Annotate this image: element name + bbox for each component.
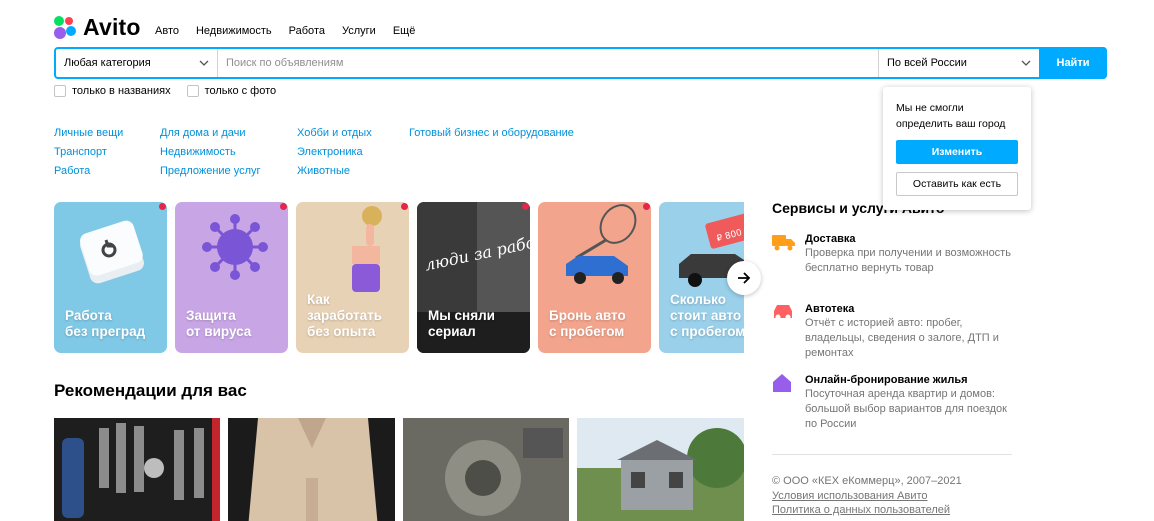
category-select[interactable]: Любая категория: [56, 49, 218, 77]
filter-label: только с фото: [204, 85, 277, 97]
find-button[interactable]: Найти: [1039, 47, 1107, 79]
filter-titles-only[interactable]: только в названиях: [54, 85, 171, 97]
footer: © ООО «КЕХ еКоммерц», 2007–2021 Условия …: [772, 474, 962, 518]
nav-realty[interactable]: Недвижимость: [196, 25, 272, 37]
avito-logo[interactable]: Avito: [54, 14, 141, 41]
filter-with-photo[interactable]: только с фото: [186, 85, 277, 97]
service-name: Онлайн-бронирование жилья: [805, 374, 968, 386]
unseen-dot: [280, 203, 287, 210]
stories-carousel: Работа без преград Защита от вируса Как …: [54, 202, 744, 353]
story-card[interactable]: Защита от вируса: [175, 202, 288, 353]
fur-coat-image: [228, 418, 395, 521]
service-delivery[interactable]: Доставка Проверка при получении и возмож…: [772, 232, 1020, 276]
recommendation-item-fur-coat[interactable]: [228, 418, 395, 521]
service-booking[interactable]: Онлайн-бронирование жилья Посуточная аре…: [772, 373, 1020, 432]
village-house-image: [577, 418, 744, 521]
nav-jobs[interactable]: Работа: [289, 25, 325, 37]
category-link[interactable]: Личные вещи: [54, 124, 160, 143]
top-nav: Авто Недвижимость Работа Услуги Ещё: [155, 25, 432, 37]
service-autoteka[interactable]: Автотека Отчёт с историей авто: пробег, …: [772, 302, 1020, 361]
search-input[interactable]: [218, 49, 878, 77]
search-filters: только в названиях только с фото: [54, 85, 292, 97]
story-card[interactable]: Бронь авто с пробегом: [538, 202, 651, 353]
category-column: Хобби и отдых Электроника Животные: [297, 124, 409, 181]
story-card[interactable]: Работа без преград: [54, 202, 167, 353]
truck-icon: [772, 235, 795, 251]
service-name: Доставка: [805, 233, 856, 245]
category-column: Готовый бизнес и оборудование: [409, 124, 599, 181]
car-icon: [774, 305, 792, 320]
engine-part-image: [403, 418, 569, 521]
keep-city-button[interactable]: Оставить как есть: [896, 172, 1018, 196]
unseen-dot: [643, 203, 650, 210]
story-card[interactable]: Как заработать без опыта: [296, 202, 409, 353]
arrow-right-icon: [738, 272, 751, 284]
chevron-down-icon: [1021, 60, 1031, 66]
checkbox[interactable]: [186, 85, 199, 97]
region-select[interactable]: По всей России: [878, 49, 1039, 77]
city-detect-popup: Мы не смогли определить ваш город Измени…: [883, 87, 1031, 210]
copyright: © ООО «КЕХ еКоммерц», 2007–2021: [772, 475, 962, 487]
category-link[interactable]: Электроника: [297, 143, 409, 162]
unseen-dot: [401, 203, 408, 210]
category-links: Личные вещи Транспорт Работа Для дома и …: [54, 124, 599, 181]
popup-message: Мы не смогли определить ваш город: [896, 102, 1006, 130]
category-link[interactable]: Транспорт: [54, 143, 160, 162]
category-link[interactable]: Работа: [54, 162, 160, 181]
unseen-dot: [522, 203, 529, 210]
service-desc: Проверка при получении и возможность бес…: [805, 247, 1011, 274]
story-title: Сколько стоит авто с пробегом: [670, 292, 744, 339]
region-select-value: По всей России: [887, 57, 967, 69]
change-city-button[interactable]: Изменить: [896, 140, 1018, 164]
story-card[interactable]: люди за работой Мы сняли сериал: [417, 202, 530, 353]
category-link[interactable]: Готовый бизнес и оборудование: [409, 124, 599, 143]
category-link[interactable]: Животные: [297, 162, 409, 181]
category-link[interactable]: Хобби и отдых: [297, 124, 409, 143]
terms-link[interactable]: Условия использования Авито: [772, 489, 962, 504]
recommendation-item-house[interactable]: [577, 418, 744, 521]
story-title: Работа без преград: [65, 308, 146, 339]
checkbox[interactable]: [54, 85, 66, 97]
nav-auto[interactable]: Авто: [155, 25, 179, 37]
footer-divider: [772, 454, 1012, 455]
chevron-down-icon: [199, 60, 209, 66]
logo-text: Avito: [83, 14, 141, 40]
service-desc: Посуточная аренда квартир и домов: больш…: [805, 388, 1007, 430]
category-select-value: Любая категория: [64, 57, 151, 69]
category-column: Личные вещи Транспорт Работа: [54, 124, 160, 181]
service-name: Автотека: [805, 303, 855, 315]
carousel-next-button[interactable]: [727, 261, 761, 295]
category-link[interactable]: Недвижимость: [160, 143, 297, 162]
recommendation-item-tools[interactable]: [54, 418, 220, 521]
search-bar: Любая категория По всей России Найти: [54, 47, 1107, 79]
logo-dots-icon: [54, 15, 78, 40]
story-title: Мы сняли сериал: [428, 308, 495, 339]
recommendation-item-engine[interactable]: [403, 418, 569, 521]
nav-more[interactable]: Ещё: [393, 25, 416, 37]
story-title: Бронь авто с пробегом: [549, 308, 626, 339]
unseen-dot: [159, 203, 166, 210]
nav-services[interactable]: Услуги: [342, 25, 376, 37]
category-link[interactable]: Предложение услуг: [160, 162, 297, 181]
house-icon: [773, 374, 791, 392]
story-title: Защита от вируса: [186, 308, 252, 339]
recommendations-title: Рекомендации для вас: [54, 381, 247, 400]
privacy-link[interactable]: Политика о данных пользователей: [772, 503, 962, 518]
tools-set-image: [54, 418, 220, 521]
filter-label: только в названиях: [72, 85, 171, 97]
category-link[interactable]: Для дома и дачи: [160, 124, 297, 143]
service-desc: Отчёт с историей авто: пробег, владельцы…: [805, 317, 999, 359]
story-title: Как заработать без опыта: [307, 292, 383, 339]
category-column: Для дома и дачи Недвижимость Предложение…: [160, 124, 297, 181]
